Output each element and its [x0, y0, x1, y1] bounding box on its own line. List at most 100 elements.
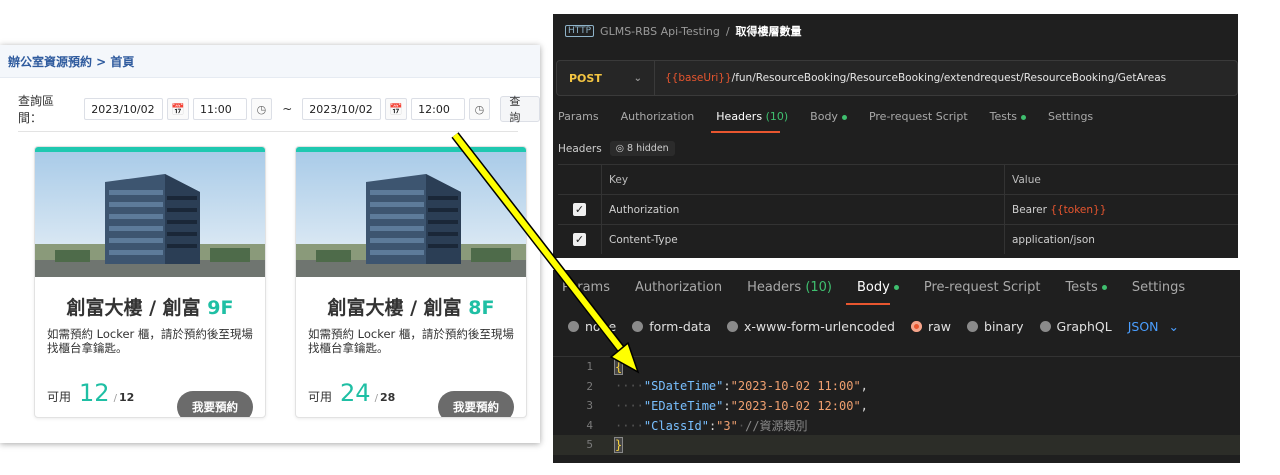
range-separator: ~ [282, 102, 293, 116]
divider [18, 131, 518, 132]
radio-none[interactable]: none [568, 319, 616, 334]
tab-tests-label: Tests [989, 110, 1018, 123]
breadcrumb[interactable]: 辦公室資源預約 > 首頁 [8, 53, 134, 70]
line-number: 2 [586, 379, 593, 393]
chevron-down-icon: ⌄ [633, 72, 642, 84]
tab-body[interactable]: Body [857, 280, 899, 295]
line-number: 1 [586, 360, 593, 374]
code-text: } [613, 436, 624, 453]
value-text: Bearer [1012, 203, 1051, 216]
availability: 可用 12 / 12 [47, 379, 134, 407]
postman-request-panel: HTTP GLMS-RBS Api-Testing / 取得樓層數量 POST … [553, 14, 1238, 258]
code-text: ····"SDateTime":"2023-10-02 11:00", [615, 379, 868, 394]
calendar-icon[interactable]: 📅 [167, 98, 190, 120]
header-key[interactable]: Authorization [601, 194, 1005, 225]
query-button[interactable]: 查詢 [500, 95, 541, 124]
tab-tests-label: Tests [1065, 280, 1098, 295]
code-line: 4 ····"ClassId":"3"·//資源類別 [553, 416, 1240, 436]
tab-prerequest[interactable]: Pre-request Script [924, 280, 1041, 295]
method-select[interactable]: POST ⌄ [557, 61, 655, 95]
tab-tests[interactable]: Tests [989, 110, 1027, 123]
http-icon: HTTP [565, 25, 595, 37]
total-count: 12 [118, 391, 135, 404]
status-dot [1021, 114, 1027, 120]
collection-name[interactable]: GLMS-RBS Api-Testing [600, 25, 720, 38]
header-key[interactable]: Content-Type [601, 224, 1005, 254]
tab-params[interactable]: Params [562, 280, 610, 295]
calendar-icon[interactable]: 📅 [385, 98, 408, 120]
tab-headers-label: Headers [747, 280, 802, 295]
radio-urlencoded[interactable]: x-www-form-urlencoded [727, 319, 895, 334]
chevron-down-icon: ⌄ [1168, 319, 1179, 334]
radio-graphql[interactable]: GraphQL [1039, 319, 1112, 334]
code-line: 1{ [553, 357, 1240, 377]
available-count: 12 [79, 379, 110, 407]
postman-body-panel: Params Authorization Headers (10) Body P… [553, 270, 1240, 463]
header-value[interactable]: Bearer {{token}} [1004, 194, 1238, 225]
url-variable: {{baseUri}} [665, 72, 732, 84]
request-name[interactable]: 取得樓層數量 [736, 23, 802, 39]
active-tab-indicator [711, 131, 780, 133]
radio-button [1039, 321, 1051, 332]
radio-label: binary [984, 319, 1024, 334]
tab-headers[interactable]: Headers (10) [747, 280, 832, 295]
building-name: 創富大樓 / 創富 [327, 297, 469, 319]
line-number: 5 [586, 438, 593, 452]
checkbox[interactable]: ✓ [573, 233, 586, 246]
key-column-header: Key [601, 164, 1005, 195]
floor-label: 9F [207, 297, 234, 319]
checkbox[interactable]: ✓ [573, 203, 586, 216]
tab-body[interactable]: Body [810, 110, 847, 123]
radio-binary[interactable]: binary [967, 319, 1024, 334]
tab-params[interactable]: Params [558, 110, 599, 123]
clock-icon[interactable]: ◷ [468, 98, 491, 120]
radio-raw[interactable]: raw [910, 319, 952, 334]
end-date-input[interactable]: 2023/10/02 [302, 98, 382, 120]
tab-body-label: Body [810, 110, 838, 123]
url-path: /fun/ResourceBooking/ResourceBooking/ext… [731, 72, 1167, 84]
line-number: 4 [586, 418, 593, 432]
value-variable: {{token}} [1050, 203, 1107, 216]
radio-form-data[interactable]: form-data [632, 319, 711, 334]
book-button[interactable]: 我要預約 [438, 391, 514, 417]
tab-authorization[interactable]: Authorization [621, 110, 695, 123]
code-line: 2 ····"SDateTime":"2023-10-02 11:00", [553, 377, 1240, 397]
header-value[interactable]: application/json [1004, 224, 1238, 254]
hidden-headers-toggle[interactable]: ◎ 8 hidden [609, 141, 675, 156]
tab-prerequest[interactable]: Pre-request Script [869, 110, 968, 123]
status-dot [893, 285, 899, 290]
radio-label: raw [927, 319, 952, 334]
headers-count: (10) [765, 110, 789, 123]
start-time-input[interactable]: 11:00 [193, 98, 247, 120]
start-date-input[interactable]: 2023/10/02 [84, 98, 164, 120]
request-tabs: Params Authorization Headers (10) Body P… [558, 110, 1115, 123]
tab-settings[interactable]: Settings [1048, 110, 1093, 123]
url-input[interactable]: {{baseUri}}/fun/ResourceBooking/Resource… [655, 72, 1166, 84]
tab-authorization[interactable]: Authorization [635, 280, 722, 295]
format-select[interactable]: JSON ⌄ [1128, 319, 1179, 334]
radio-button-selected [910, 321, 922, 332]
book-button[interactable]: 我要預約 [177, 391, 253, 417]
radio-label: x-www-form-urlencoded [744, 319, 895, 334]
headers-count: (10) [805, 280, 832, 295]
radio-button [727, 321, 738, 332]
building-photo [296, 152, 526, 277]
available-count: 24 [340, 379, 371, 407]
tab-tests[interactable]: Tests [1065, 280, 1107, 295]
tab-headers[interactable]: Headers (10) [716, 110, 788, 123]
checkbox-cell: ✓ [558, 194, 602, 225]
end-time-input[interactable]: 12:00 [411, 98, 465, 120]
radio-label: none [585, 319, 617, 334]
radio-button [632, 321, 644, 332]
card-description: 如需預約 Locker 櫃，請於預約後至現場找櫃台拿鑰匙。 [308, 327, 514, 355]
clock-icon[interactable]: ◷ [250, 98, 273, 120]
code-text: ····"ClassId":"3"·//資源類別 [615, 418, 808, 433]
room-card-9f[interactable]: 創富大樓 / 創富 9F 如需預約 Locker 櫃，請於預約後至現場找櫃台拿鑰… [34, 146, 266, 418]
available-label: 可用 [47, 390, 72, 404]
status-dot [841, 114, 847, 120]
url-bar: POST ⌄ {{baseUri}}/fun/ResourceBooking/R… [556, 60, 1238, 96]
request-breadcrumb: HTTP GLMS-RBS Api-Testing / 取得樓層數量 [565, 23, 802, 39]
room-card-8f[interactable]: 創富大樓 / 創富 8F 如需預約 Locker 櫃，請於預約後至現場找櫃台拿鑰… [295, 146, 527, 418]
tab-settings[interactable]: Settings [1132, 280, 1185, 295]
code-editor[interactable]: 1{ 2 ····"SDateTime":"2023-10-02 11:00", … [553, 356, 1240, 455]
